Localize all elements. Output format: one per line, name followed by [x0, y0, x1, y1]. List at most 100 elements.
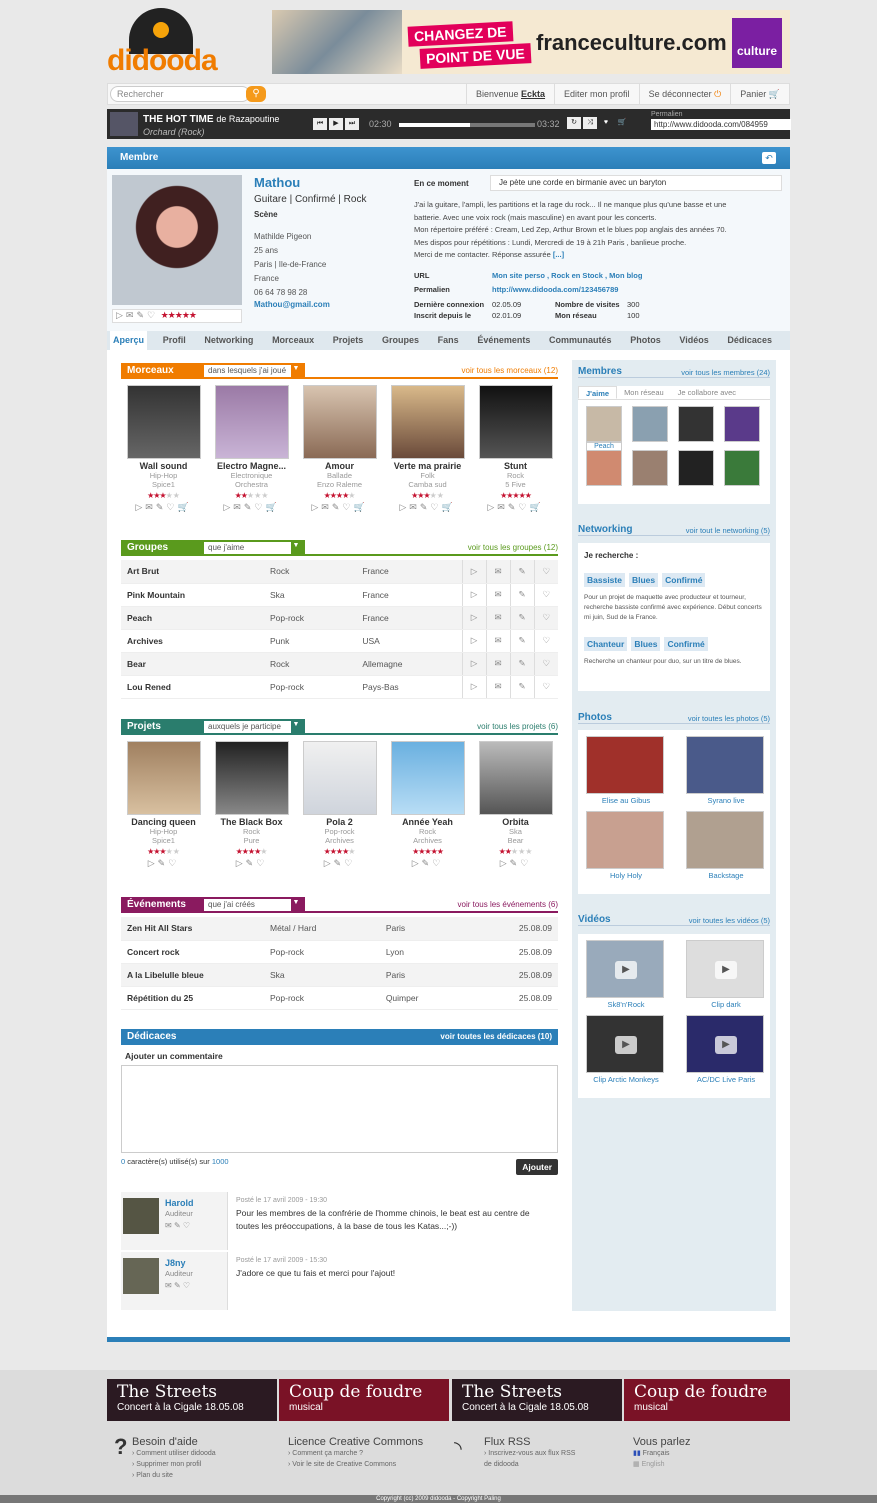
video-item[interactable]: ▶ Clip dark — [686, 940, 766, 1009]
cover-image[interactable] — [390, 741, 465, 815]
tab-dedicaces[interactable]: Dédicaces — [724, 331, 775, 350]
cart-icon[interactable]: 🛒 — [529, 502, 540, 513]
tab-photos[interactable]: Photos — [627, 331, 664, 350]
tab-apercu[interactable]: Aperçu — [110, 331, 148, 350]
cart-link[interactable]: Panier 🛒 — [730, 84, 789, 104]
cover-image[interactable] — [126, 741, 201, 815]
cart-icon[interactable]: 🛒 — [441, 502, 452, 513]
mail-icon[interactable]: ✉ — [485, 606, 510, 630]
video-item[interactable]: ▶ AC/DC Live Paris — [686, 1015, 766, 1084]
group-name[interactable]: Pink Mountain — [121, 583, 264, 607]
url-links[interactable]: Mon site perso , Rock en Stock , Mon blo… — [492, 271, 642, 280]
clip-icon[interactable]: ✎ — [509, 652, 534, 676]
member-avatar[interactable] — [678, 406, 714, 442]
networking-more-link[interactable]: voir tout le networking (5) — [686, 526, 770, 535]
licence-link[interactable]: › Voir le site de Creative Commons — [288, 1459, 458, 1470]
heart-icon[interactable]: ♡ — [432, 858, 440, 869]
search-input[interactable]: Rechercher — [110, 86, 250, 102]
video-thumbnail[interactable]: ▶ — [586, 940, 664, 998]
caption[interactable]: Backstage — [686, 871, 766, 880]
play-icon[interactable]: ▷ — [461, 560, 486, 584]
heart-icon[interactable]: ♡ — [533, 675, 558, 699]
footer-banner[interactable]: Coup de foudre musical — [624, 1379, 790, 1421]
cover-image[interactable] — [126, 385, 201, 459]
tab-projets[interactable]: Projets — [330, 331, 367, 350]
profile-permalink[interactable]: http://www.didooda.com/123456789 — [492, 285, 618, 294]
footer-banner[interactable]: Coup de foudre musical — [279, 1379, 449, 1421]
comment-author[interactable]: J8ny — [165, 1258, 186, 1268]
comment-author[interactable]: Harold — [165, 1198, 194, 1208]
tile-item[interactable]: Wall sound Hip-Hop Spice1 ★★★★★ ▷ ✉ ✎ ♡ 🛒 — [121, 383, 206, 513]
repeat-icon[interactable]: ↻ — [567, 117, 581, 129]
play-icon[interactable]: ▷ — [116, 310, 123, 321]
cover-image[interactable] — [478, 741, 553, 815]
morceaux-more-link[interactable]: voir tous les morceaux (12) — [462, 366, 558, 375]
rating-stars[interactable]: ★★★★★ — [385, 491, 470, 500]
play-icon[interactable]: ▷ — [461, 606, 486, 630]
logout-link[interactable]: Se déconnecter ⏻ — [638, 84, 731, 104]
back-icon[interactable]: ↶ — [762, 152, 776, 164]
play-icon[interactable]: ▷ — [324, 858, 331, 869]
cover-image[interactable] — [214, 385, 289, 459]
rating-stars[interactable]: ★★★★★ — [385, 847, 470, 856]
clip-icon[interactable]: ✎ — [246, 858, 254, 869]
clip-icon[interactable]: ✎ — [174, 1281, 181, 1290]
tab-collabore[interactable]: Je collabore avec — [671, 386, 743, 399]
caption[interactable]: Clip dark — [686, 1000, 766, 1009]
next-icon[interactable]: ⏭ — [345, 118, 359, 130]
tag[interactable]: Chanteur — [584, 637, 628, 651]
play-icon[interactable]: ▷ — [461, 652, 486, 676]
heart-icon[interactable]: ♡ — [147, 310, 155, 321]
group-name[interactable]: Archives — [121, 629, 264, 653]
clip-icon[interactable]: ✎ — [509, 675, 534, 699]
member-avatar[interactable]: Peach — [586, 406, 622, 451]
tile-title[interactable]: The Black Box — [209, 817, 294, 827]
heart-icon[interactable]: ♡ — [430, 502, 438, 513]
heart-icon[interactable]: ♡ — [183, 1221, 190, 1230]
play-icon[interactable]: ▷ — [500, 858, 507, 869]
play-icon[interactable]: ▷ — [311, 502, 318, 513]
play-icon[interactable]: ▷ — [223, 502, 230, 513]
projets-filter[interactable]: auxquels je participe ▼ — [204, 721, 301, 733]
tile-title[interactable]: Orbita — [473, 817, 558, 827]
permalink-field[interactable]: http://www.didooda.com/084959 — [651, 119, 791, 130]
rating-stars[interactable]: ★★★★★ — [209, 847, 294, 856]
tab-fans[interactable]: Fans — [435, 331, 462, 350]
photo-item[interactable]: Holy Holy — [586, 811, 666, 880]
group-name[interactable]: Art Brut — [121, 560, 264, 584]
photo-item[interactable]: Elise au Gibus — [586, 736, 666, 805]
cover-image[interactable] — [478, 385, 553, 459]
clip-icon[interactable]: ✎ — [422, 858, 430, 869]
comment-textarea[interactable] — [121, 1065, 558, 1153]
photo-item[interactable]: Backstage — [686, 811, 766, 880]
help-link[interactable]: › Plan du site — [132, 1470, 284, 1481]
heart-icon[interactable]: ♡ — [342, 502, 350, 513]
cart-icon[interactable]: 🛒 — [265, 502, 276, 513]
dedicaces-more-link[interactable]: voir toutes les dédicaces (10) — [440, 1032, 552, 1041]
footer-banner[interactable]: The Streets Concert à la Cigale 18.05.08 — [452, 1379, 622, 1421]
tag[interactable]: Bassiste — [584, 573, 625, 587]
caption[interactable]: AC/DC Live Paris — [686, 1075, 766, 1084]
mail-icon[interactable]: ✉ — [409, 502, 417, 513]
clip-icon[interactable]: ✎ — [158, 858, 166, 869]
photo-thumbnail[interactable] — [586, 736, 664, 794]
mail-icon[interactable]: ✉ — [485, 560, 510, 584]
mail-icon[interactable]: ✉ — [126, 310, 134, 321]
member-avatar[interactable] — [724, 450, 760, 486]
member-avatar[interactable] — [586, 450, 622, 486]
ad-banner-franceculture[interactable]: CHANGEZ DE POINT DE VUE franceculture.co… — [272, 10, 790, 74]
event-name[interactable]: A la Libelulle bleue — [121, 963, 264, 987]
heart-icon[interactable]: ♡ — [533, 629, 558, 653]
lang-en[interactable]: ▦ English — [633, 1459, 803, 1470]
video-thumbnail[interactable]: ▶ — [586, 1015, 664, 1073]
help-link[interactable]: › Supprimer mon profil — [132, 1459, 284, 1470]
heart-icon[interactable]: ♡ — [533, 652, 558, 676]
clip-icon[interactable]: ✎ — [174, 1221, 181, 1230]
mail-icon[interactable]: ✉ — [485, 675, 510, 699]
tab-communautes[interactable]: Communautés — [546, 331, 615, 350]
heart-icon[interactable]: ♡ — [533, 583, 558, 607]
tile-item[interactable]: Verte ma prairie Folk Camba sud ★★★★★ ▷ ✉ ✎ ♡ 🛒 — [385, 383, 470, 513]
video-item[interactable]: ▶ Sk8'n'Rock — [586, 940, 666, 1009]
tile-item[interactable]: Orbita Ska Bear ★★★★★ ▷ ✎ ♡ — [473, 739, 558, 869]
previous-icon[interactable]: ⏮ — [313, 118, 327, 130]
